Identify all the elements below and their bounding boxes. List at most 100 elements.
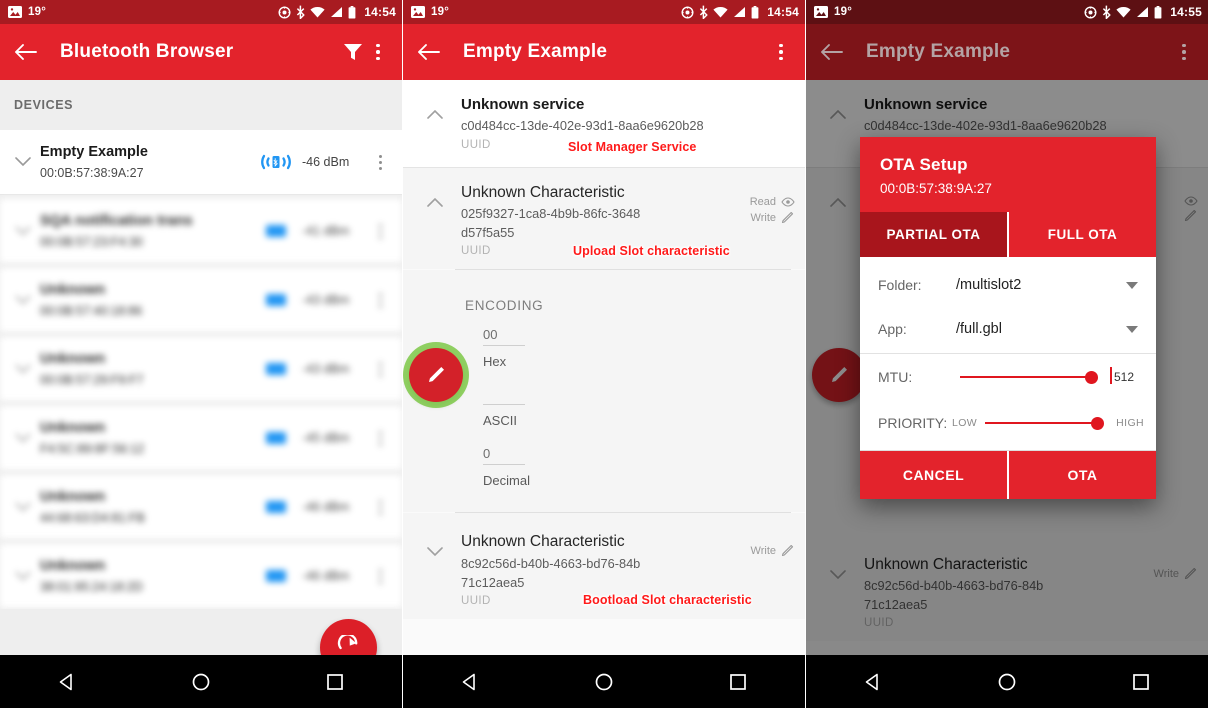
mtu-row: MTU: 512 bbox=[860, 354, 1156, 400]
encoding-field-hex[interactable]: 00 Hex bbox=[455, 327, 805, 369]
chevron-down-icon[interactable] bbox=[409, 531, 461, 607]
nav-back-icon[interactable] bbox=[37, 662, 97, 702]
nav-home-icon[interactable] bbox=[977, 662, 1037, 702]
ota-button[interactable]: OTA bbox=[1007, 451, 1156, 499]
device-address: 44:68:63:D4:81:FB bbox=[40, 510, 145, 525]
ota-setup-dialog: OTA Setup 00:0B:57:38:9A:27 PARTIAL OTA … bbox=[860, 137, 1156, 499]
back-arrow-icon[interactable] bbox=[415, 39, 441, 65]
encoding-section: ENCODING 00 Hex ASCII 0 Decimal bbox=[403, 270, 805, 513]
wifi-icon bbox=[310, 6, 325, 18]
encoding-field-ascii[interactable]: ASCII bbox=[455, 387, 805, 428]
dialog-body: Folder: /multislot2 App: /full.gbl MTU: … bbox=[860, 257, 1156, 450]
encoding-value bbox=[483, 387, 805, 404]
list-item[interactable]: Unknown 00:0B:57:40:18:86 -43 dBm bbox=[0, 268, 402, 333]
priority-slider[interactable] bbox=[985, 414, 1108, 432]
battery-icon bbox=[348, 5, 356, 19]
property-read[interactable]: Read bbox=[750, 196, 795, 208]
chevron-down-icon[interactable] bbox=[6, 157, 40, 167]
overflow-menu-icon[interactable] bbox=[366, 43, 390, 61]
chevron-down-icon[interactable] bbox=[6, 571, 40, 581]
status-temperature: 19° bbox=[834, 6, 852, 18]
bluetooth-signal-icon bbox=[250, 291, 302, 309]
edit-fab-button[interactable] bbox=[409, 348, 463, 402]
service-item[interactable]: Unknown service c0d484cc-13de-402e-93d1-… bbox=[403, 80, 805, 167]
property-write[interactable]: Write bbox=[751, 545, 795, 557]
nav-recents-icon[interactable] bbox=[708, 662, 768, 702]
device-rssi: -43 dBm bbox=[302, 293, 350, 307]
slider-thumb[interactable] bbox=[1085, 370, 1098, 384]
chevron-down-icon[interactable] bbox=[6, 433, 40, 443]
device-overflow-icon[interactable] bbox=[368, 154, 392, 170]
device-overflow-icon[interactable] bbox=[368, 430, 392, 446]
nav-back-icon[interactable] bbox=[440, 662, 500, 702]
filter-icon[interactable] bbox=[340, 39, 366, 65]
device-rssi: -46 dBm bbox=[302, 155, 350, 169]
chevron-up-icon[interactable] bbox=[409, 182, 461, 258]
device-info: Unknown 00:0B:57:40:18:86 bbox=[40, 281, 250, 319]
back-arrow-icon[interactable] bbox=[12, 39, 38, 65]
chevron-down-icon[interactable] bbox=[6, 502, 40, 512]
list-item[interactable]: Unknown F4:5C:89:8F:56:12 -45 dBm bbox=[0, 406, 402, 471]
nav-home-icon[interactable] bbox=[574, 662, 634, 702]
device-overflow-icon[interactable] bbox=[368, 223, 392, 239]
characteristic-item[interactable]: Unknown Characteristic 025f9327-1ca8-4b9… bbox=[403, 166, 805, 270]
device-info: Unknown 00:0B:57:29:F9:F7 bbox=[40, 350, 250, 388]
tab-partial-ota[interactable]: PARTIAL OTA bbox=[860, 212, 1007, 257]
device-name: Unknown bbox=[40, 489, 106, 506]
overflow-menu-icon[interactable] bbox=[1172, 43, 1196, 61]
nav-recents-icon[interactable] bbox=[1111, 662, 1171, 702]
list-item[interactable]: SQA notification trans 00:0B:57:23:F4:30… bbox=[0, 199, 402, 264]
status-bar: 19° 14:54 bbox=[0, 0, 402, 24]
device-overflow-icon[interactable] bbox=[368, 361, 392, 377]
mtu-slider[interactable] bbox=[960, 368, 1102, 386]
chevron-down-icon[interactable] bbox=[6, 364, 40, 374]
input-underline bbox=[483, 345, 525, 347]
slider-thumb[interactable] bbox=[1091, 416, 1105, 430]
folder-dropdown[interactable]: /multislot2 bbox=[956, 277, 1142, 293]
property-write[interactable]: Write bbox=[750, 211, 795, 224]
encoding-label: Hex bbox=[483, 354, 507, 370]
chevron-down-icon[interactable] bbox=[6, 295, 40, 305]
list-item[interactable]: Unknown 38:01:95:24:18:2D -46 dBm bbox=[0, 544, 402, 609]
tab-full-ota[interactable]: FULL OTA bbox=[1007, 212, 1156, 257]
characteristic-uuid: 025f9327-1ca8-4b9b-86fc-3648d57f5a55 bbox=[461, 206, 641, 240]
nav-recents-icon[interactable] bbox=[305, 662, 365, 702]
list-item[interactable]: Empty Example 00:0B:57:38:9A:27 -46 dBm bbox=[0, 130, 402, 195]
image-icon bbox=[411, 6, 425, 18]
device-overflow-icon[interactable] bbox=[368, 568, 392, 584]
device-overflow-icon[interactable] bbox=[368, 292, 392, 308]
back-arrow-icon[interactable] bbox=[818, 39, 844, 65]
cancel-button[interactable]: CANCEL bbox=[860, 451, 1007, 499]
overflow-menu-icon[interactable] bbox=[769, 43, 793, 61]
encoding-field-decimal[interactable]: 0 Decimal bbox=[455, 446, 805, 488]
dialog-title: OTA Setup bbox=[880, 155, 968, 174]
device-name: Unknown bbox=[40, 282, 106, 299]
bluetooth-signal-icon bbox=[250, 222, 302, 240]
nav-home-icon[interactable] bbox=[171, 662, 231, 702]
device-name: Unknown bbox=[40, 351, 106, 368]
property-read-label: Read bbox=[749, 195, 776, 208]
chevron-up-icon[interactable] bbox=[409, 94, 461, 151]
screen-ota-setup-dialog: 19° 14:55 Empty Example Unknown service … bbox=[806, 0, 1208, 708]
device-rssi: -46 dBm bbox=[302, 569, 350, 583]
device-address: 00:0B:57:38:9A:27 bbox=[40, 165, 144, 180]
encoding-label: ASCII bbox=[483, 413, 517, 429]
input-underline bbox=[483, 404, 525, 406]
chevron-down-icon bbox=[1126, 325, 1138, 333]
wifi-icon bbox=[1116, 6, 1131, 18]
mtu-value-field[interactable]: 512 bbox=[1110, 367, 1144, 384]
screenshot-root: 19° 14:54 Bluetooth Browser DEVICES Empt… bbox=[0, 0, 1208, 708]
characteristic-item[interactable]: Unknown Characteristic 8c92c56d-b40b-466… bbox=[403, 513, 805, 620]
property-write-label: Write bbox=[750, 211, 776, 224]
bluetooth-signal-icon bbox=[250, 429, 302, 447]
device-overflow-icon[interactable] bbox=[368, 499, 392, 515]
list-item[interactable]: Unknown 44:68:63:D4:81:FB -46 dBm bbox=[0, 475, 402, 540]
image-icon bbox=[8, 6, 22, 18]
device-name: Unknown bbox=[40, 420, 106, 437]
app-dropdown[interactable]: /full.gbl bbox=[956, 321, 1142, 337]
nav-back-icon[interactable] bbox=[843, 662, 903, 702]
signal-icon bbox=[733, 6, 746, 18]
encoding-value: 00 bbox=[483, 327, 498, 343]
chevron-down-icon[interactable] bbox=[6, 226, 40, 236]
list-item[interactable]: Unknown 00:0B:57:29:F9:F7 -43 dBm bbox=[0, 337, 402, 402]
